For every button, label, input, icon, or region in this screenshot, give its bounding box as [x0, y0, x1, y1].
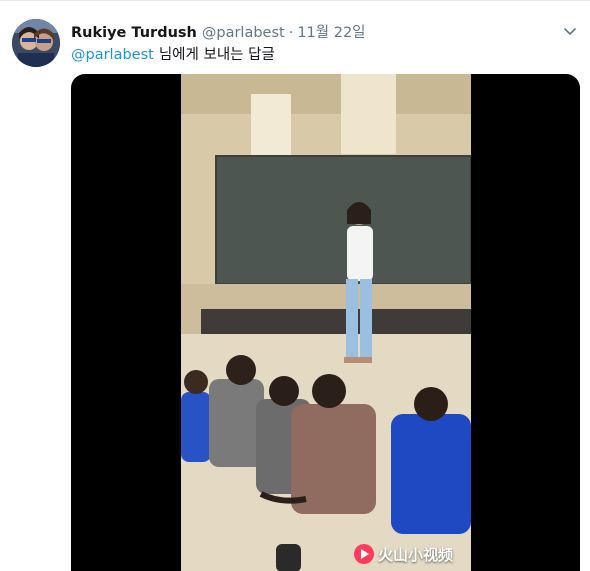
play-logo-icon [354, 544, 374, 564]
tweet-card[interactable]: Rukiye Turdush @parlabest · 11월 22일 @par… [0, 0, 590, 571]
avatar-image [12, 19, 60, 67]
reply-context-text: 님에게 보내는 답글 [158, 47, 275, 63]
media-video[interactable]: 火山小视频 [71, 74, 580, 571]
reply-mention-link[interactable]: @parlabest [71, 47, 154, 63]
watermark-text: 火山小视频 [378, 545, 454, 564]
tweet-date[interactable]: 11월 22일 [297, 21, 365, 42]
tweet-header: Rukiye Turdush @parlabest · 11월 22일 [71, 21, 366, 41]
chevron-down-icon[interactable] [562, 23, 578, 39]
avatar[interactable] [12, 19, 60, 67]
header-separator: · [288, 25, 294, 41]
video-frame [181, 74, 471, 571]
video-watermark: 火山小视频 [354, 541, 453, 567]
user-handle[interactable]: @parlabest [202, 25, 285, 41]
display-name[interactable]: Rukiye Turdush [71, 25, 197, 41]
reply-context: @parlabest 님에게 보내는 답글 [71, 43, 275, 64]
